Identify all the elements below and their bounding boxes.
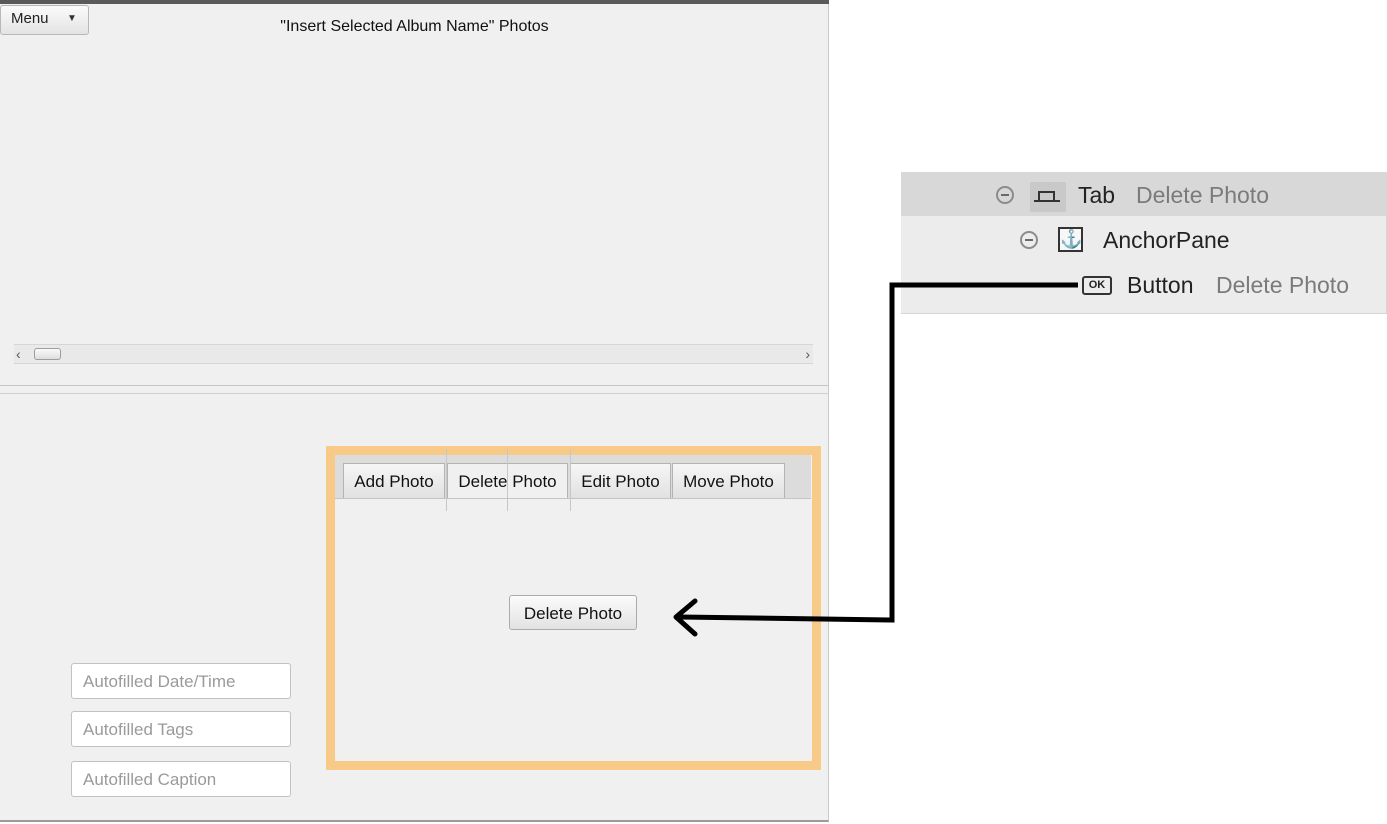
annotation-arrow (673, 282, 1078, 637)
